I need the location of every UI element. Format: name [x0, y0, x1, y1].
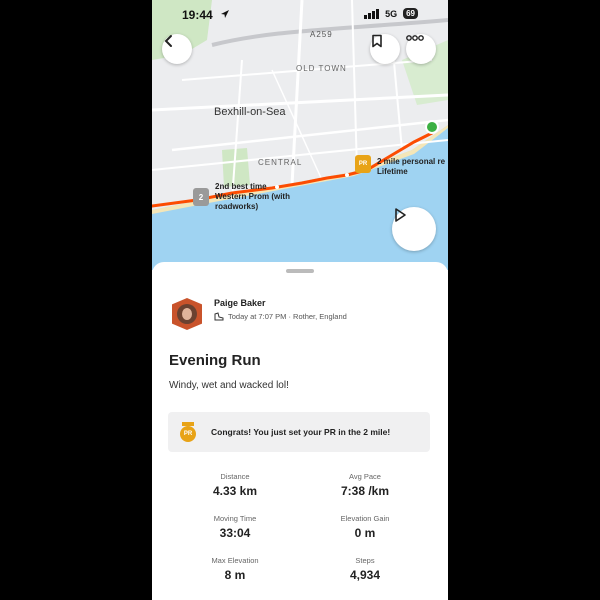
activity-meta: Today at 7:07 PM · Rother, England	[214, 312, 347, 321]
stat-value: 4.33 km	[212, 484, 258, 498]
pr-annotation-line2: Lifetime	[377, 167, 408, 176]
stat-value: 0 m	[354, 526, 376, 540]
battery-icon: 69	[403, 8, 418, 19]
segment-annotation-line1: 2nd best time	[215, 182, 267, 191]
pr-medal-label: PR	[183, 431, 193, 437]
stat-value: 4,934	[349, 568, 381, 582]
status-indicators: 5G 69	[364, 8, 418, 19]
more-button[interactable]	[406, 34, 436, 64]
network-label: 5G	[385, 8, 398, 19]
pr-medal-icon: PR	[358, 161, 368, 167]
stat-avg-pace: Avg Pace 7:38 /km	[305, 472, 425, 498]
segment-annotation: 2nd best time Western Prom (with roadwor…	[215, 182, 290, 212]
stat-steps: Steps 4,934	[305, 556, 425, 582]
play-flyover-button[interactable]	[392, 207, 436, 251]
area-label-central: CENTRAL	[258, 158, 303, 167]
stat-max-elevation: Max Elevation 8 m	[175, 556, 295, 582]
status-time: 19:44	[182, 8, 213, 22]
play-icon	[395, 208, 406, 222]
stat-label: Steps	[355, 556, 375, 565]
activity-sheet: Paige Baker Today at 7:07 PM · Rother, E…	[152, 262, 448, 600]
stat-value: 7:38 /km	[340, 484, 390, 498]
status-bar: 19:44 5G 69	[152, 8, 448, 24]
bookmark-icon	[372, 34, 382, 48]
back-button[interactable]	[162, 34, 192, 64]
pr-medal-icon: PR	[179, 421, 197, 443]
phone-screen: 19:44 5G 69 A259 OLD TOWN Bexhill-on-Sea…	[152, 0, 448, 600]
pr-banner[interactable]: PR Congrats! You just set your PR in the…	[168, 412, 430, 452]
save-route-button[interactable]	[370, 34, 400, 64]
activity-description: Windy, wet and wacked lol!	[169, 380, 289, 391]
town-label: Bexhill-on-Sea	[214, 106, 286, 118]
shoe-icon	[214, 312, 224, 321]
stat-label: Elevation Gain	[340, 514, 390, 523]
pr-annotation: 2 mile personal re Lifetime	[377, 157, 445, 177]
pr-annotation-line1: 2 mile personal re	[377, 157, 446, 166]
segment-annotation-line2: Western Prom (with	[215, 192, 290, 201]
sheet-drag-handle[interactable]	[286, 269, 314, 273]
pr-message: Congrats! You just set your PR in the 2 …	[211, 427, 391, 437]
road-label: A259	[310, 30, 333, 39]
stat-label: Moving Time	[213, 514, 257, 523]
activity-meta-text: Today at 7:07 PM · Rother, England	[228, 312, 347, 321]
more-icon	[406, 35, 424, 41]
segment-annotation-line3: roadworks)	[215, 202, 259, 211]
stat-label: Distance	[220, 472, 250, 481]
back-arrow-icon	[164, 35, 172, 47]
stat-value: 8 m	[224, 568, 246, 582]
route-map[interactable]: 19:44 5G 69 A259 OLD TOWN Bexhill-on-Sea…	[152, 0, 448, 270]
stat-elevation-gain: Elevation Gain 0 m	[305, 514, 425, 540]
activity-title: Evening Run	[169, 352, 261, 369]
avatar[interactable]	[172, 298, 202, 330]
segment-rank-marker[interactable]: 2	[193, 188, 209, 206]
athlete-name[interactable]: Paige Baker	[214, 298, 266, 308]
stat-moving-time: Moving Time 33:04	[175, 514, 295, 540]
stat-label: Avg Pace	[349, 472, 381, 481]
pr-map-marker[interactable]: PR	[355, 155, 371, 173]
stat-label: Max Elevation	[211, 556, 259, 565]
stat-value: 33:04	[219, 526, 251, 540]
rank-medal-icon: 2	[198, 192, 204, 202]
signal-icon	[364, 8, 380, 19]
area-label-old-town: OLD TOWN	[296, 64, 347, 73]
stat-distance: Distance 4.33 km	[175, 472, 295, 498]
